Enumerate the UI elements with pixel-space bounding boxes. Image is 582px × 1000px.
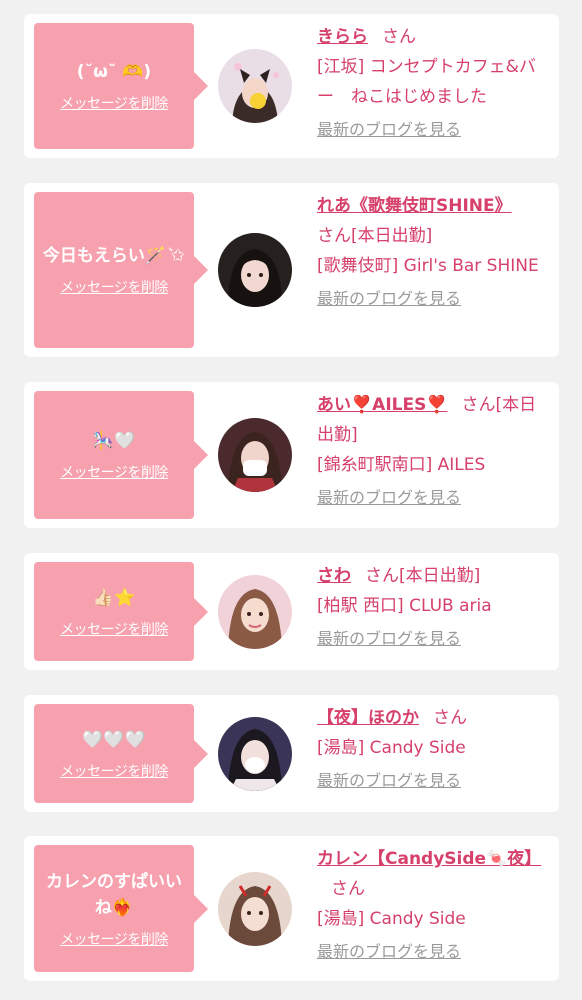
cast-status: [本日出勤] bbox=[351, 226, 433, 246]
cast-info: きらら さん [江坂] コンセプトカフェ&バー ねこはじめました 最新のブログを見… bbox=[317, 22, 549, 142]
message-card: 今日もえらい🪄 ͛✩ メッセージを削除 れあ《歌舞伎町SHINE》 さん[本日出… bbox=[24, 183, 559, 357]
avatar[interactable] bbox=[218, 872, 292, 946]
message-bubble: カレンのすぱいいね❤️‍🔥 メッセージを削除 bbox=[34, 845, 208, 972]
avatar-image bbox=[218, 233, 292, 307]
message-text: 👍🏻⭐ bbox=[92, 587, 136, 608]
avatar[interactable] bbox=[218, 717, 292, 791]
delete-message-link[interactable]: メッセージを削除 bbox=[60, 761, 168, 781]
avatar[interactable] bbox=[218, 418, 292, 492]
cast-name-link[interactable]: れあ《歌舞伎町SHINE》 bbox=[317, 196, 512, 216]
latest-blog-link[interactable]: 最新のブログを見る bbox=[317, 769, 549, 793]
message-bubble: 今日もえらい🪄 ͛✩ メッセージを削除 bbox=[34, 192, 208, 348]
avatar[interactable] bbox=[218, 233, 292, 307]
cast-name-link[interactable]: あい❣️AILES❣️ bbox=[317, 395, 448, 415]
avatar-image bbox=[218, 872, 292, 946]
honorific: さん bbox=[382, 27, 416, 47]
delete-message-link[interactable]: メッセージを削除 bbox=[60, 277, 168, 297]
cast-name-link[interactable]: 【夜】ほのか bbox=[317, 708, 419, 728]
avatar[interactable] bbox=[218, 49, 292, 123]
message-bubble: 🎠🤍 メッセージを削除 bbox=[34, 391, 208, 519]
latest-blog-link[interactable]: 最新のブログを見る bbox=[317, 486, 549, 510]
message-text: カレンのすぱいいね❤️‍🔥 bbox=[46, 871, 182, 918]
cast-area-shop: [歌舞伎町] Girl's Bar SHINE bbox=[317, 256, 539, 276]
message-text: 🎠🤍 bbox=[92, 431, 136, 451]
honorific: さん bbox=[365, 566, 399, 586]
delete-message-link[interactable]: メッセージを削除 bbox=[60, 619, 168, 639]
message-card: 👍🏻⭐ メッセージを削除 さわ さん[本日出勤] [柏駅 西口] CLUB ari… bbox=[24, 553, 559, 670]
honorific: さん bbox=[433, 708, 467, 728]
cast-area-shop: [江坂] コンセプトカフェ&バー ねこはじめました bbox=[317, 57, 536, 107]
latest-blog-link[interactable]: 最新のブログを見る bbox=[317, 118, 549, 142]
honorific: さん bbox=[317, 226, 351, 246]
cast-status: [本日出勤] bbox=[399, 566, 481, 586]
message-card: カレンのすぱいいね❤️‍🔥 メッセージを削除 カレン【CandySide🍬夜】さ… bbox=[24, 836, 559, 981]
cast-name-link[interactable]: きらら bbox=[317, 27, 368, 47]
cast-info: カレン【CandySide🍬夜】さん [湯島] Candy Side 最新のブロ… bbox=[317, 844, 549, 964]
avatar[interactable] bbox=[218, 575, 292, 649]
cast-name-link[interactable]: カレン【CandySide🍬夜】 bbox=[317, 849, 541, 869]
cast-info: 【夜】ほのか さん [湯島] Candy Side 最新のブログを見る bbox=[317, 703, 549, 793]
cast-name-link[interactable]: さわ bbox=[317, 566, 351, 586]
latest-blog-link[interactable]: 最新のブログを見る bbox=[317, 627, 549, 651]
message-list: (˘ω˘ 🫶) メッセージを削除 きらら さん [江坂] コンセプトカフェ&バー … bbox=[0, 0, 582, 1000]
cast-info: あい❣️AILES❣️ さん[本日出勤] [錦糸町駅南口] AILES 最新のブロ… bbox=[317, 390, 549, 510]
latest-blog-link[interactable]: 最新のブログを見る bbox=[317, 287, 549, 311]
honorific: さん bbox=[331, 879, 365, 899]
message-text: (˘ω˘ 🫶) bbox=[76, 62, 152, 82]
cast-info: さわ さん[本日出勤] [柏駅 西口] CLUB aria 最新のブログを見る bbox=[317, 561, 549, 651]
delete-message-link[interactable]: メッセージを削除 bbox=[60, 462, 168, 482]
latest-blog-link[interactable]: 最新のブログを見る bbox=[317, 940, 549, 964]
delete-message-link[interactable]: メッセージを削除 bbox=[60, 93, 168, 113]
avatar-image bbox=[218, 575, 292, 649]
cast-area-shop: [湯島] Candy Side bbox=[317, 909, 466, 929]
message-card: (˘ω˘ 🫶) メッセージを削除 きらら さん [江坂] コンセプトカフェ&バー … bbox=[24, 14, 559, 158]
avatar-image bbox=[218, 49, 292, 123]
avatar-image bbox=[218, 717, 292, 791]
message-text: 🤍🤍🤍 bbox=[82, 729, 146, 750]
delete-message-link[interactable]: メッセージを削除 bbox=[60, 929, 168, 949]
cast-area-shop: [柏駅 西口] CLUB aria bbox=[317, 596, 492, 616]
message-bubble: (˘ω˘ 🫶) メッセージを削除 bbox=[34, 23, 208, 149]
cast-area-shop: [錦糸町駅南口] AILES bbox=[317, 455, 486, 475]
cast-area-shop: [湯島] Candy Side bbox=[317, 738, 466, 758]
message-bubble: 👍🏻⭐ メッセージを削除 bbox=[34, 562, 208, 661]
message-card: 🎠🤍 メッセージを削除 あい❣️AILES❣️ さん[本日出勤] [錦糸町駅南口]… bbox=[24, 382, 559, 528]
honorific: さん bbox=[461, 395, 496, 415]
avatar-image bbox=[218, 418, 292, 492]
message-card: 🤍🤍🤍 メッセージを削除 【夜】ほのか さん [湯島] Candy Side 最新… bbox=[24, 695, 559, 812]
message-bubble: 🤍🤍🤍 メッセージを削除 bbox=[34, 704, 208, 803]
cast-info: れあ《歌舞伎町SHINE》 さん[本日出勤] [歌舞伎町] Girl's Bar… bbox=[317, 191, 549, 311]
message-text: 今日もえらい🪄 ͛✩ bbox=[42, 246, 186, 266]
